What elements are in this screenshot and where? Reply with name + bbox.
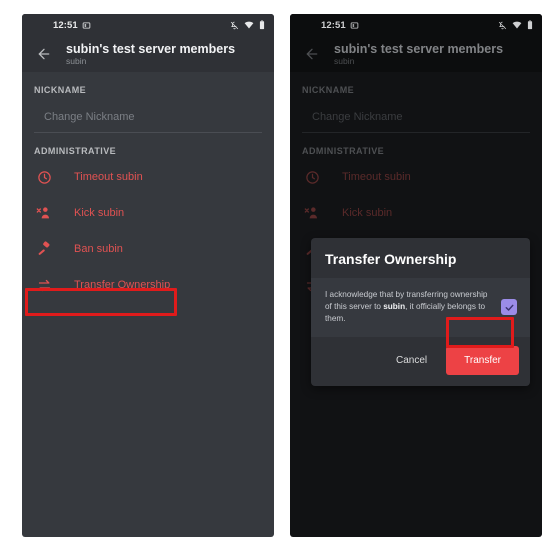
- transfer-button[interactable]: Transfer: [446, 346, 519, 375]
- app-header-left: subin's test server members subin: [22, 36, 274, 72]
- cancel-button[interactable]: Cancel: [383, 347, 440, 374]
- back-button[interactable]: [32, 42, 56, 66]
- hammer-icon: [34, 239, 54, 259]
- nickname-field-wrap: Change Nickname: [22, 98, 274, 133]
- ban-row-label: Ban subin: [74, 243, 123, 255]
- clock-icon: [34, 167, 54, 187]
- transfer-icon: [34, 275, 54, 295]
- ban-row[interactable]: Ban subin: [22, 231, 274, 267]
- acknowledge-checkbox[interactable]: [501, 299, 517, 315]
- status-bar-icons-left: [230, 20, 265, 30]
- back-arrow-icon: [38, 48, 50, 60]
- transfer-ownership-row-label: Transfer Ownership: [74, 279, 171, 291]
- section-label-administrative: ADMINISTRATIVE: [34, 146, 117, 156]
- vibrate-off-icon: [230, 21, 239, 29]
- dialog-header: Transfer Ownership: [311, 238, 530, 278]
- kick-row-label: Kick subin: [74, 207, 125, 219]
- status-bar-time: 12:51: [53, 19, 78, 31]
- kick-user-icon: [34, 203, 54, 223]
- section-label-nickname: NICKNAME: [34, 85, 87, 95]
- acknowledgement-text: I acknowledge that by transferring owner…: [325, 289, 501, 325]
- dialog-body: I acknowledge that by transferring owner…: [311, 278, 530, 337]
- timeout-row-label: Timeout subin: [74, 171, 143, 183]
- app-body-left: NICKNAME Change Nickname ADMINISTRATIVE …: [22, 72, 274, 303]
- header-text-group: subin's test server members subin: [66, 42, 235, 66]
- dialog-title: Transfer Ownership: [325, 251, 457, 267]
- battery-icon: [259, 20, 265, 30]
- phone-screen-left: 12:51 subin's test server members subin …: [22, 14, 274, 537]
- check-icon: [505, 304, 513, 311]
- wifi-icon: [244, 21, 254, 29]
- kick-row[interactable]: Kick subin: [22, 195, 274, 231]
- timeout-row[interactable]: Timeout subin: [22, 159, 274, 195]
- nickname-input[interactable]: Change Nickname: [34, 98, 262, 133]
- status-bar-time-group: 12:51: [53, 20, 91, 31]
- phone-screen-right: 12:51 subin's test server members subin …: [290, 14, 542, 537]
- ack-username: subin: [383, 302, 406, 311]
- screenshot-icon: [82, 21, 91, 29]
- dialog-footer: Cancel Transfer: [311, 337, 530, 386]
- transfer-ownership-row[interactable]: Transfer Ownership: [22, 267, 274, 303]
- page-subtitle: subin: [66, 56, 87, 66]
- page-title: subin's test server members: [66, 42, 236, 56]
- transfer-ownership-dialog: Transfer Ownership I acknowledge that by…: [311, 238, 530, 386]
- status-bar-left: 12:51: [22, 14, 274, 36]
